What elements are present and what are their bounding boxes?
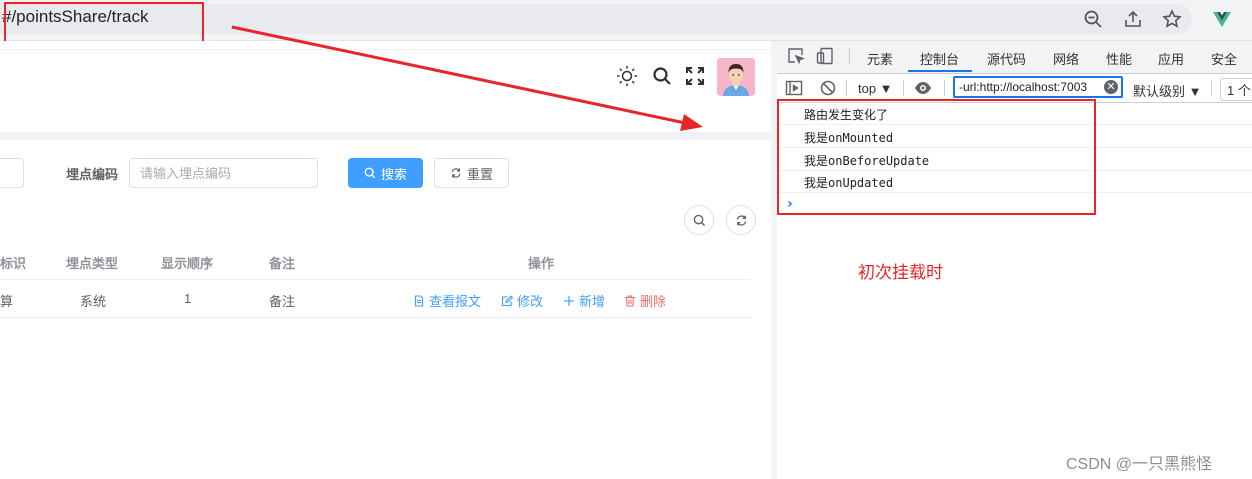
annotation-arrow bbox=[231, 25, 703, 131]
